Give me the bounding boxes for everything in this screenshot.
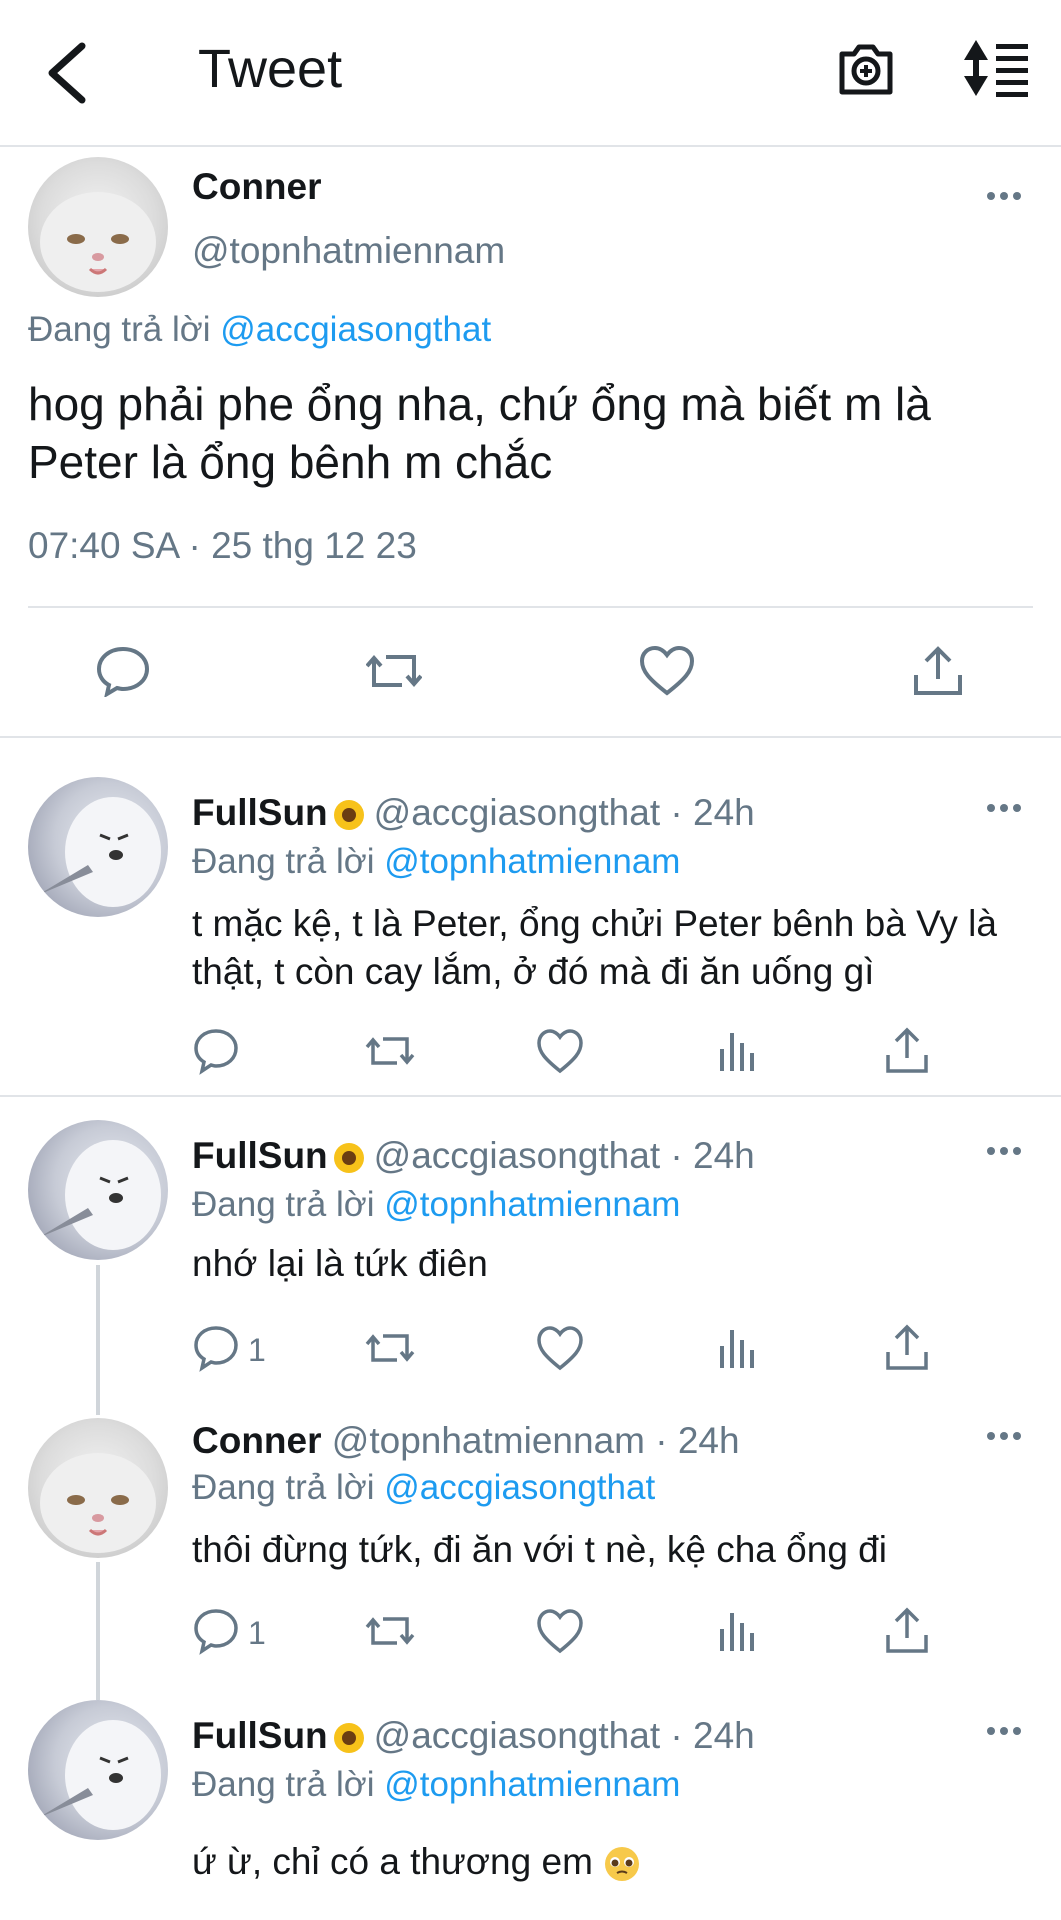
avatar[interactable] <box>28 1418 168 1558</box>
reply-text-row: ứ ừ, chỉ có a thương em <box>192 1838 1032 1886</box>
more-options-icon[interactable] <box>986 188 1022 204</box>
thread-line <box>96 1562 100 1700</box>
retweet-icon[interactable] <box>363 1322 419 1374</box>
camera-add-icon[interactable] <box>836 38 896 98</box>
more-options-icon[interactable] <box>986 800 1022 816</box>
thread-line <box>96 1265 100 1415</box>
author-handle-time[interactable]: @topnhatmiennam · 24h <box>332 1420 740 1461</box>
replying-label: Đang trả lời <box>192 1765 375 1804</box>
retweet-icon[interactable] <box>363 1025 419 1077</box>
cat-face-icon <box>40 1453 156 1553</box>
retweet-icon[interactable] <box>363 1605 419 1657</box>
reply-text: thôi đừng tứk, đi ăn với t nè, kệ cha ổn… <box>192 1529 887 1570</box>
retweet-icon[interactable] <box>366 645 422 697</box>
replying-mention-link[interactable]: @accgiasongthat <box>384 1468 655 1507</box>
reply-icon[interactable] <box>192 1605 248 1657</box>
reply-count: 1 <box>248 1332 266 1368</box>
replying-label: Đang trả lời <box>192 1185 375 1224</box>
like-icon[interactable] <box>639 645 695 697</box>
reply-icon[interactable] <box>192 1322 248 1374</box>
reply-icon[interactable] <box>192 1025 248 1077</box>
replying-to: Đang trả lời @accgiasongthat <box>192 1468 655 1508</box>
author-handle-time[interactable]: @accgiasongthat · 24h <box>374 1715 755 1756</box>
chevron-left-icon[interactable] <box>40 38 100 108</box>
more-options-icon[interactable] <box>986 1143 1022 1159</box>
author-handle-time[interactable]: @accgiasongthat · 24h <box>374 1135 755 1176</box>
reply-count: 1 <box>248 1615 266 1651</box>
replying-mention-link[interactable]: @accgiasongthat <box>220 310 491 349</box>
avatar[interactable] <box>28 1700 168 1840</box>
replying-to: Đang trả lời @topnhatmiennam <box>192 1185 680 1225</box>
analytics-icon[interactable] <box>712 1025 768 1077</box>
more-options-icon[interactable] <box>986 1723 1022 1739</box>
share-icon[interactable] <box>882 1605 938 1657</box>
author-name[interactable]: FullSun <box>192 1715 328 1756</box>
author-handle[interactable]: @topnhatmiennam <box>192 230 505 272</box>
author-handle-time[interactable]: @accgiasongthat · 24h <box>374 792 755 833</box>
replying-to: Đang trả lời @topnhatmiennam <box>192 842 680 882</box>
replying-label: Đang trả lời <box>192 842 375 881</box>
top-bar: Tweet <box>0 0 1061 147</box>
cat-face-icon <box>40 192 156 292</box>
sunflower-icon <box>333 1143 364 1174</box>
share-icon[interactable] <box>910 645 966 697</box>
share-icon[interactable] <box>882 1322 938 1374</box>
like-icon[interactable] <box>536 1605 592 1657</box>
sort-icon[interactable] <box>962 38 1030 98</box>
author-name[interactable]: FullSun <box>192 1135 328 1176</box>
section-divider <box>0 1095 1061 1097</box>
more-options-icon[interactable] <box>986 1428 1022 1444</box>
reply-icon[interactable] <box>95 645 151 697</box>
tweet-text: hog phải phe ổng nha, chứ ổng mà biết m … <box>28 378 931 488</box>
sunflower-icon <box>333 1723 364 1754</box>
replying-mention-link[interactable]: @topnhatmiennam <box>384 1185 680 1224</box>
bear-icon <box>38 1720 161 1830</box>
reply-text: ứ ừ, chỉ có a thương em <box>192 1841 593 1882</box>
sunflower-icon <box>333 800 364 831</box>
reply-header: FullSun @accgiasongthat · 24h <box>192 1135 755 1177</box>
author-name[interactable]: Conner <box>192 166 322 208</box>
author-name[interactable]: Conner <box>192 1420 322 1461</box>
reply-header: Conner @topnhatmiennam · 24h <box>192 1420 740 1462</box>
reply-header: FullSun @accgiasongthat · 24h <box>192 792 755 834</box>
like-icon[interactable] <box>536 1025 592 1077</box>
replying-to: Đang trả lời @topnhatmiennam <box>192 1765 680 1805</box>
replying-mention-link[interactable]: @topnhatmiennam <box>384 842 680 881</box>
avatar[interactable] <box>28 777 168 917</box>
replying-to: Đang trả lời @accgiasongthat <box>28 310 491 350</box>
bear-icon <box>38 1140 161 1250</box>
replying-label: Đang trả lời <box>192 1468 375 1507</box>
reply-text: nhớ lại là tứk điên <box>192 1243 488 1284</box>
divider <box>28 606 1033 608</box>
reply-header: FullSun @accgiasongthat · 24h <box>192 1715 755 1757</box>
section-divider <box>0 736 1061 738</box>
share-icon[interactable] <box>882 1025 938 1077</box>
analytics-icon[interactable] <box>712 1605 768 1657</box>
author-name[interactable]: FullSun <box>192 792 328 833</box>
like-icon[interactable] <box>536 1322 592 1374</box>
page-title: Tweet <box>198 39 343 99</box>
replying-mention-link[interactable]: @topnhatmiennam <box>384 1765 680 1804</box>
replying-label: Đang trả lời <box>28 310 211 349</box>
reply-text: t mặc kệ, t là Peter, ổng chửi Peter bên… <box>192 903 997 992</box>
bear-icon <box>38 797 161 907</box>
tweet-timestamp: 07:40 SA · 25 thg 12 23 <box>28 525 417 566</box>
pleading-face-icon <box>605 1847 640 1882</box>
avatar[interactable] <box>28 1120 168 1260</box>
analytics-icon[interactable] <box>712 1322 768 1374</box>
avatar[interactable] <box>28 157 168 297</box>
